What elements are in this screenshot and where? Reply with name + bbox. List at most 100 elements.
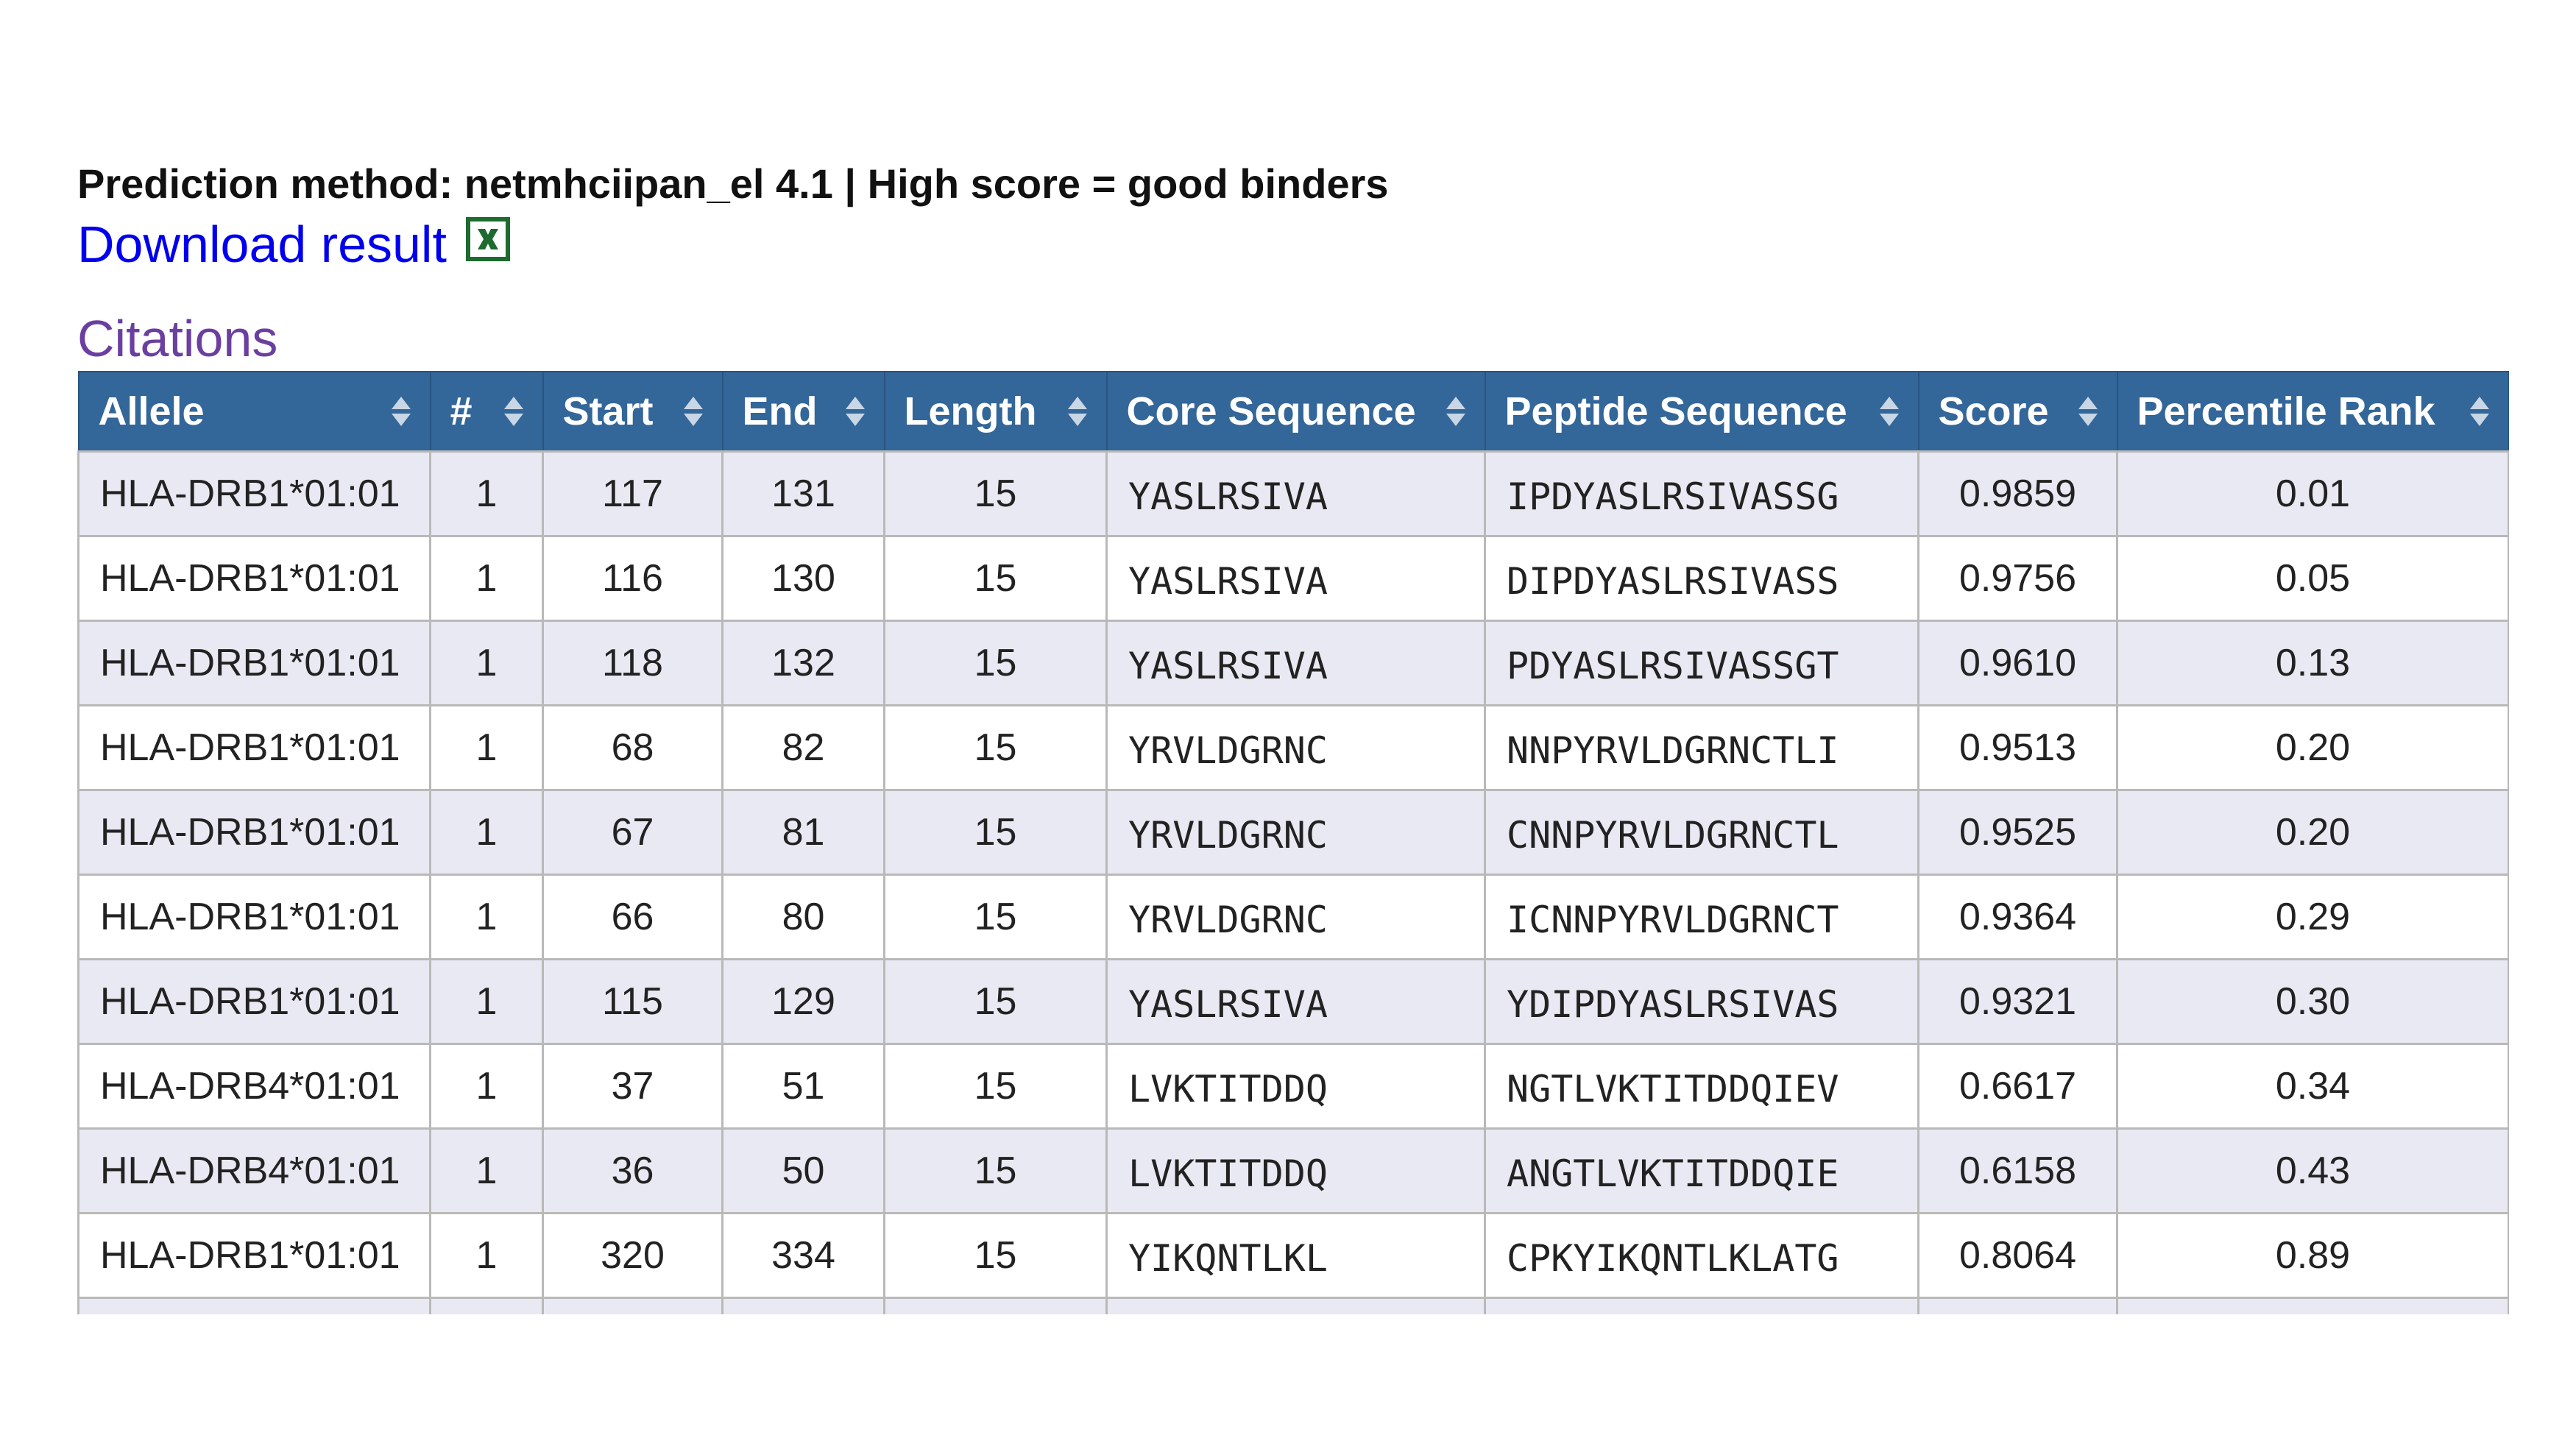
cell-end: 50 [721, 1127, 885, 1214]
cell-number: 1 [429, 534, 544, 622]
cell-number [429, 1296, 544, 1314]
table-row-partial [77, 1296, 2509, 1314]
cell-end: 130 [721, 534, 885, 622]
cell-length: 15 [883, 957, 1108, 1045]
column-header-length[interactable]: Length [883, 371, 1108, 452]
cell-core-sequence: YASLRSIVA [1105, 534, 1486, 622]
cell-end [721, 1296, 885, 1314]
cell-peptide-sequence [1484, 1296, 1919, 1314]
column-header-label: # [450, 389, 473, 433]
cell-allele: HLA-DRB1*01:01 [77, 534, 431, 622]
cell-core-sequence: YIKQNTLKL [1105, 1211, 1486, 1299]
download-result-link[interactable]: Download result [77, 213, 447, 275]
download-row: Download result [77, 213, 2506, 275]
results-panel: Prediction method: netmhciipan_el 4.1 | … [77, 155, 2509, 1314]
sort-icon[interactable] [682, 395, 704, 428]
cell-peptide-sequence: CPKYIKQNTLKLATG [1484, 1211, 1919, 1299]
table-row: HLA-DRB4*01:01 1 37 51 15 LVKTITDDQ NGTLVKTITD… [77, 1042, 2509, 1130]
cell-length: 15 [883, 1211, 1108, 1299]
cell-end: 82 [721, 704, 885, 791]
cell-start: 116 [542, 534, 723, 622]
cell-number: 1 [429, 957, 544, 1045]
column-header-label: End [742, 389, 818, 433]
cell-score [1917, 1296, 2118, 1314]
column-header-content: Percentile Rank [2137, 389, 2491, 434]
cell-number: 1 [429, 704, 544, 791]
cell-start: 117 [542, 450, 723, 537]
cell-peptide-sequence: NNPYRVLDGRNCTLI [1484, 704, 1919, 791]
column-header-label: Peptide Sequence [1504, 389, 1847, 433]
column-header-percentile-rank[interactable]: Percentile Rank [2116, 371, 2509, 452]
cell-percentile-rank: 0.43 [2116, 1127, 2509, 1214]
cell-core-sequence: YRVLDGRNC [1105, 788, 1486, 876]
table-header-row: Allele # Start End Length Core Sequence Peptid… [77, 371, 2509, 452]
column-header-core-sequence[interactable]: Core Sequence [1105, 371, 1486, 452]
cell-peptide-sequence: ANGTLVKTITDDQIE [1484, 1127, 1919, 1214]
cell-allele: HLA-DRB1*01:01 [77, 873, 431, 960]
column-header-content: End [743, 389, 866, 434]
cell-number: 1 [429, 1042, 544, 1130]
column-header-end[interactable]: End [721, 371, 885, 452]
sort-icon[interactable] [1445, 395, 1467, 428]
cell-score: 0.9610 [1917, 619, 2118, 706]
sort-icon[interactable] [1878, 395, 1900, 428]
citations-link[interactable]: Citations [77, 308, 277, 369]
sort-icon[interactable] [1066, 395, 1089, 428]
sort-icon[interactable] [390, 395, 412, 428]
cell-peptide-sequence: DIPDYASLRSIVASS [1484, 534, 1919, 622]
sort-icon[interactable] [2469, 395, 2491, 428]
cell-allele: HLA-DRB1*01:01 [77, 1211, 431, 1299]
cell-start: 115 [542, 957, 723, 1045]
column-header-content: Start [563, 389, 704, 434]
cell-end: 334 [721, 1211, 885, 1299]
cell-start: 37 [542, 1042, 723, 1130]
column-header-content: # [450, 389, 525, 434]
cell-end: 132 [721, 619, 885, 706]
column-header-content: Allele [99, 389, 412, 434]
column-header-content: Peptide Sequence [1505, 389, 1900, 434]
cell-allele: HLA-DRB4*01:01 [77, 1042, 431, 1130]
cell-core-sequence: YASLRSIVA [1105, 450, 1486, 537]
cell-allele: HLA-DRB1*01:01 [77, 788, 431, 876]
excel-file-icon[interactable] [465, 217, 510, 261]
cell-score: 0.9756 [1917, 534, 2118, 622]
column-header-label: Allele [98, 389, 205, 433]
cell-score: 0.9321 [1917, 957, 2118, 1045]
cell-percentile-rank: 0.13 [2116, 619, 2509, 706]
cell-number: 1 [429, 619, 544, 706]
cell-percentile-rank: 0.01 [2116, 450, 2509, 537]
sort-icon[interactable] [844, 395, 866, 428]
cell-percentile-rank: 0.20 [2116, 788, 2509, 876]
cell-start [542, 1296, 723, 1314]
column-header-start[interactable]: Start [542, 371, 723, 452]
sort-icon[interactable] [503, 395, 525, 428]
table-row: HLA-DRB1*01:01 1 66 80 15 YRVLDGRNC ICNNPYRVLD… [77, 873, 2509, 960]
cell-percentile-rank: 0.34 [2116, 1042, 2509, 1130]
cell-length: 15 [883, 704, 1108, 791]
cell-score: 0.9525 [1917, 788, 2118, 876]
cell-length: 15 [883, 1042, 1108, 1130]
cell-start: 36 [542, 1127, 723, 1214]
cell-percentile-rank: 0.30 [2116, 957, 2509, 1045]
cell-length [883, 1296, 1108, 1314]
cell-number: 1 [429, 1127, 544, 1214]
cell-score: 0.9859 [1917, 450, 2118, 537]
cell-peptide-sequence: ICNNPYRVLDGRNCT [1484, 873, 1919, 960]
column-header-label: Percentile Rank [2137, 389, 2435, 433]
sort-icon[interactable] [2077, 395, 2099, 428]
table-row: HLA-DRB4*01:01 1 36 50 15 LVKTITDDQ ANGTLVKTIT… [77, 1127, 2509, 1214]
cell-peptide-sequence: PDYASLRSIVASSGT [1484, 619, 1919, 706]
cell-length: 15 [883, 873, 1108, 960]
cell-score: 0.8064 [1917, 1211, 2118, 1299]
column-header-number[interactable]: # [429, 371, 544, 452]
column-header-score[interactable]: Score [1917, 371, 2118, 452]
cell-length: 15 [883, 788, 1108, 876]
table-row: HLA-DRB1*01:01 1 118 132 15 YASLRSIVA PDYASLRS… [77, 619, 2509, 706]
column-header-peptide-sequence[interactable]: Peptide Sequence [1484, 371, 1919, 452]
column-header-allele[interactable]: Allele [77, 371, 431, 452]
cell-end: 131 [721, 450, 885, 537]
column-header-content: Length [905, 389, 1089, 434]
cell-core-sequence: YASLRSIVA [1105, 619, 1486, 706]
cell-core-sequence: YRVLDGRNC [1105, 704, 1486, 791]
cell-core-sequence [1105, 1296, 1486, 1314]
